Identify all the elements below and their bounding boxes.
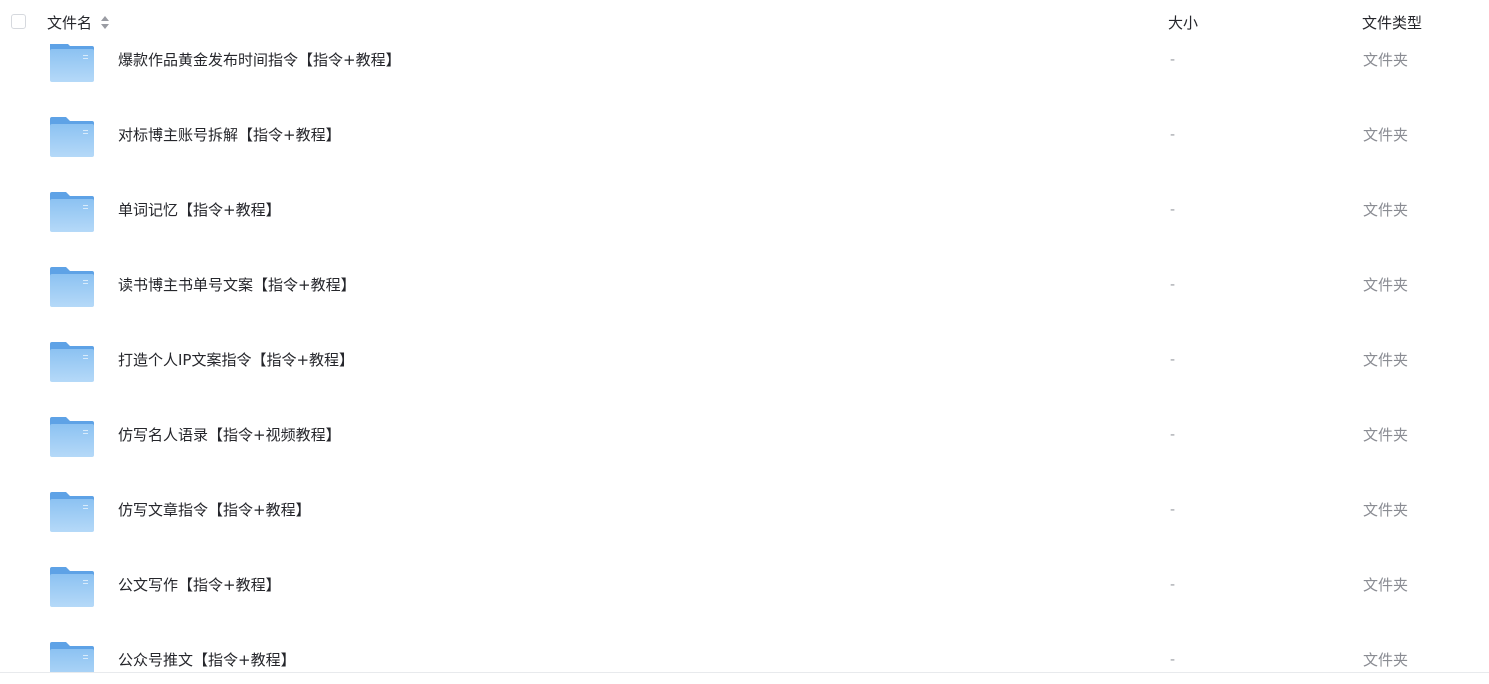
- file-name[interactable]: 仿写名人语录【指令+视频教程】: [118, 425, 341, 445]
- file-size: -: [1170, 427, 1176, 443]
- file-type: 文件夹: [1363, 576, 1409, 594]
- file-type: 文件夹: [1363, 426, 1409, 444]
- file-name[interactable]: 对标博主账号拆解【指令+教程】: [118, 125, 341, 145]
- table-row[interactable]: 打造个人IP文案指令【指令+教程】 - 文件夹: [0, 322, 1489, 397]
- file-name[interactable]: 公众号推文【指令+教程】: [118, 650, 296, 670]
- file-name[interactable]: 打造个人IP文案指令【指令+教程】: [118, 350, 354, 370]
- folder-icon: [50, 192, 94, 232]
- folder-icon: [50, 567, 94, 607]
- folder-icon: [50, 42, 94, 82]
- file-name[interactable]: 爆款作品黄金发布时间指令【指令+教程】: [118, 50, 401, 70]
- file-name[interactable]: 单词记忆【指令+教程】: [118, 200, 281, 220]
- table-row[interactable]: 读书博主书单号文案【指令+教程】 - 文件夹: [0, 247, 1489, 322]
- column-header-size[interactable]: 大小: [1168, 13, 1198, 33]
- sort-icon[interactable]: [100, 14, 110, 32]
- file-size: -: [1170, 127, 1176, 143]
- folder-icon: [50, 342, 94, 382]
- file-size: -: [1170, 502, 1176, 518]
- file-list: 爆款作品黄金发布时间指令【指令+教程】 - 文件夹 对标博主账号拆解【指令+教程…: [0, 0, 1489, 673]
- folder-icon: [50, 417, 94, 457]
- table-row[interactable]: 公众号推文【指令+教程】 - 文件夹: [0, 622, 1489, 672]
- file-size: -: [1170, 577, 1176, 593]
- file-size: -: [1170, 277, 1176, 293]
- file-type: 文件夹: [1363, 126, 1409, 144]
- file-size: -: [1170, 52, 1176, 68]
- file-type: 文件夹: [1363, 501, 1409, 519]
- file-size: -: [1170, 202, 1176, 218]
- file-type: 文件夹: [1363, 351, 1409, 369]
- folder-icon: [50, 267, 94, 307]
- folder-icon: [50, 642, 94, 672]
- file-size: -: [1170, 352, 1176, 368]
- column-header-type[interactable]: 文件类型: [1362, 13, 1422, 33]
- table-row[interactable]: 对标博主账号拆解【指令+教程】 - 文件夹: [0, 97, 1489, 172]
- folder-icon: [50, 117, 94, 157]
- file-type: 文件夹: [1363, 276, 1409, 294]
- table-row[interactable]: 公文写作【指令+教程】 - 文件夹: [0, 547, 1489, 622]
- folder-icon: [50, 492, 94, 532]
- select-all-checkbox[interactable]: [11, 14, 26, 29]
- file-type: 文件夹: [1363, 651, 1409, 669]
- list-header: 文件名 大小 文件类型: [0, 0, 1489, 44]
- file-name[interactable]: 仿写文章指令【指令+教程】: [118, 500, 311, 520]
- file-name[interactable]: 公文写作【指令+教程】: [118, 575, 281, 595]
- table-row[interactable]: 单词记忆【指令+教程】 - 文件夹: [0, 172, 1489, 247]
- file-type: 文件夹: [1363, 51, 1409, 69]
- file-type: 文件夹: [1363, 201, 1409, 219]
- table-row[interactable]: 仿写名人语录【指令+视频教程】 - 文件夹: [0, 397, 1489, 472]
- file-size: -: [1170, 652, 1176, 668]
- file-name[interactable]: 读书博主书单号文案【指令+教程】: [118, 275, 356, 295]
- table-row[interactable]: 仿写文章指令【指令+教程】 - 文件夹: [0, 472, 1489, 547]
- column-header-name[interactable]: 文件名: [47, 13, 92, 33]
- file-rows: 爆款作品黄金发布时间指令【指令+教程】 - 文件夹 对标博主账号拆解【指令+教程…: [0, 22, 1489, 672]
